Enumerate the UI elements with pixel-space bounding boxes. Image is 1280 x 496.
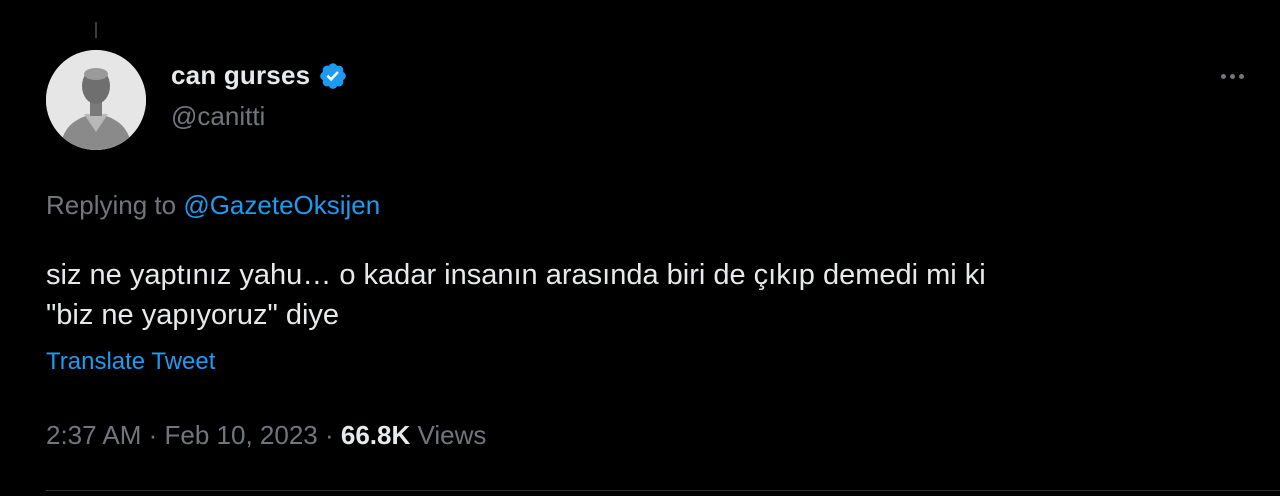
- more-dot: [1229, 73, 1235, 79]
- tweet-text-line: siz ne yaptınız yahu… o kadar insanın ar…: [46, 259, 986, 291]
- more-dot: [1220, 73, 1226, 79]
- more-dot: [1238, 73, 1244, 79]
- author-display-name[interactable]: can gurses: [171, 60, 310, 91]
- tweet-meta-row: 2:37 AM · Feb 10, 2023 · 66.8K Views: [46, 420, 486, 451]
- reply-mention-link[interactable]: @GazeteOksijen: [183, 190, 380, 220]
- tweet-text: siz ne yaptınız yahu… o kadar insanın ar…: [46, 255, 1246, 335]
- views-label: Views: [417, 420, 487, 450]
- avatar[interactable]: [46, 50, 146, 150]
- tweet-date[interactable]: Feb 10, 2023: [165, 420, 318, 451]
- replying-to-label: Replying to: [46, 190, 184, 220]
- views-spacer: [410, 420, 417, 451]
- thread-connector-line: [95, 22, 97, 38]
- divider: [46, 490, 1280, 491]
- meta-separator: ·: [141, 420, 165, 450]
- author-name-row: can gurses: [171, 60, 348, 91]
- more-options-icon[interactable]: [1212, 62, 1252, 90]
- author-handle[interactable]: @canitti: [171, 101, 265, 132]
- verified-badge-icon[interactable]: [318, 61, 348, 91]
- meta-separator: ·: [317, 420, 341, 450]
- tweet-text-line: "biz ne yapıyoruz" diye: [46, 299, 340, 331]
- avatar-photo: [46, 50, 146, 150]
- replying-to-line: Replying to @GazeteOksijen: [46, 190, 380, 221]
- translate-tweet-link[interactable]: Translate Tweet: [46, 348, 215, 376]
- views-count: 66.8K: [340, 420, 411, 450]
- tweet-time[interactable]: 2:37 AM: [46, 420, 141, 451]
